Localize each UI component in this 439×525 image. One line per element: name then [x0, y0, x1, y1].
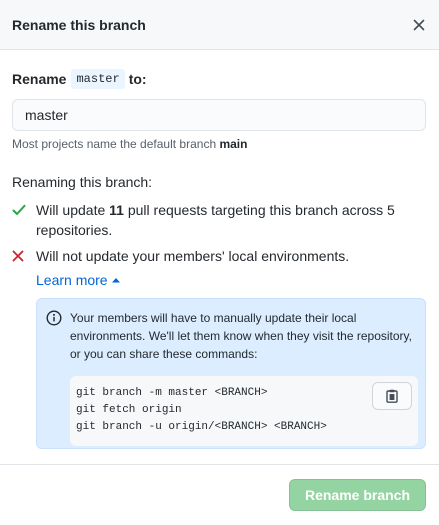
rename-label-prefix: Rename [12, 71, 67, 87]
effects-title: Renaming this branch: [12, 174, 153, 190]
info-message: Your members will have to manually updat… [70, 311, 412, 361]
default-branch-hint: Most projects name the default branch ma… [12, 137, 427, 151]
x-icon [413, 19, 425, 30]
command-line: git fetch origin [76, 404, 182, 416]
triangle-up-icon [111, 278, 120, 283]
effect-item-update-prs: Will update 11 pull requests targeting t… [12, 200, 427, 240]
check-icon [12, 204, 26, 215]
effect-text: Will not update your members' local envi… [36, 248, 350, 264]
dialog-body: Rename master to: Most projects name the… [0, 50, 439, 449]
clipboard-icon [386, 389, 398, 403]
commands-code-block: git branch -m master <BRANCH> git fetch … [70, 376, 418, 446]
rename-branch-dialog: Rename this branch Rename master to: Mos… [0, 0, 439, 525]
info-icon [46, 310, 62, 326]
learn-more-label: Learn more [36, 272, 108, 288]
hint-default-branch: main [219, 137, 248, 151]
learn-more-toggle[interactable]: Learn more [36, 272, 120, 288]
effects-list: Will update 11 pull requests targeting t… [12, 200, 427, 266]
command-line: git branch -u origin/<BRANCH> <BRANCH> [76, 421, 327, 433]
current-branch-name: master [71, 69, 125, 89]
hint-text: Most projects name the default branch [12, 137, 220, 151]
copy-commands-button[interactable] [372, 382, 412, 410]
rename-label: Rename master to: [12, 69, 427, 89]
new-branch-name-input[interactable] [12, 99, 426, 131]
dialog-footer: Rename branch [0, 464, 439, 525]
pull-request-count: 11 [109, 202, 124, 218]
dialog-title: Rename this branch [12, 16, 146, 33]
effect-text: Will update 11 pull requests targeting t… [36, 202, 395, 238]
x-icon [12, 250, 24, 262]
effect-item-local-env: Will not update your members' local envi… [12, 246, 427, 266]
close-button[interactable] [411, 17, 427, 33]
rename-label-suffix: to: [128, 71, 147, 87]
dialog-header: Rename this branch [0, 0, 439, 50]
info-flash: Your members will have to manually updat… [36, 298, 426, 449]
command-line: git branch -m master <BRANCH> [76, 387, 268, 399]
rename-branch-button[interactable]: Rename branch [289, 479, 426, 511]
